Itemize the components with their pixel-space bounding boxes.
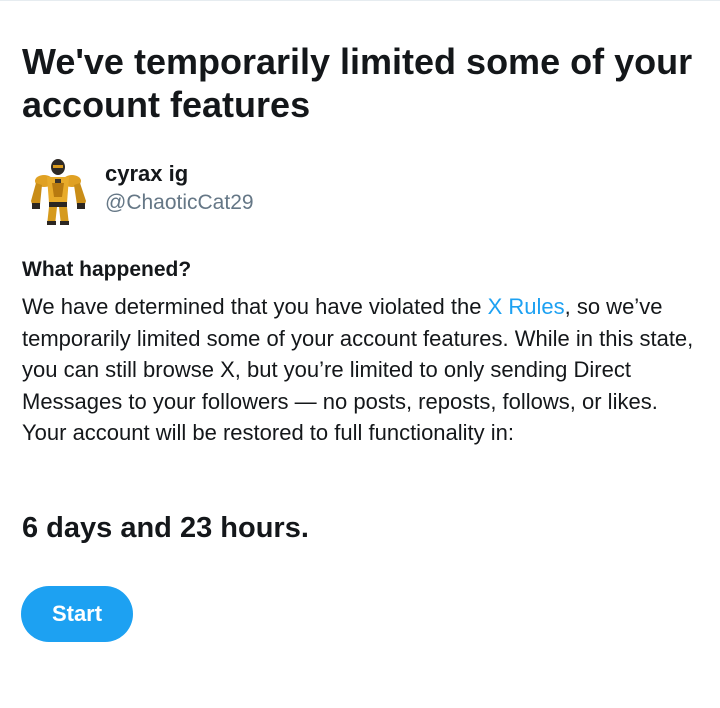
start-button[interactable]: Start [21, 586, 133, 642]
display-name: cyrax ig [105, 161, 189, 186]
x-rules-link[interactable]: X Rules [488, 294, 565, 319]
page-title: We've temporarily limited some of your a… [22, 41, 693, 125]
account-identity: cyrax ig @ChaoticCat29 [105, 155, 254, 216]
explanation-text-start: We have determined that you have violate… [22, 294, 488, 319]
restriction-time-remaining: 6 days and 23 hours. [22, 512, 309, 544]
armored-character-avatar-icon [31, 159, 86, 225]
top-divider [0, 0, 720, 1]
what-happened-heading: What happened? [22, 258, 192, 281]
avatar[interactable] [22, 155, 94, 227]
account-profile: cyrax ig @ChaoticCat29 [22, 155, 254, 227]
account-handle: @ChaoticCat29 [105, 191, 254, 214]
restriction-explanation: We have determined that you have violate… [22, 291, 702, 449]
